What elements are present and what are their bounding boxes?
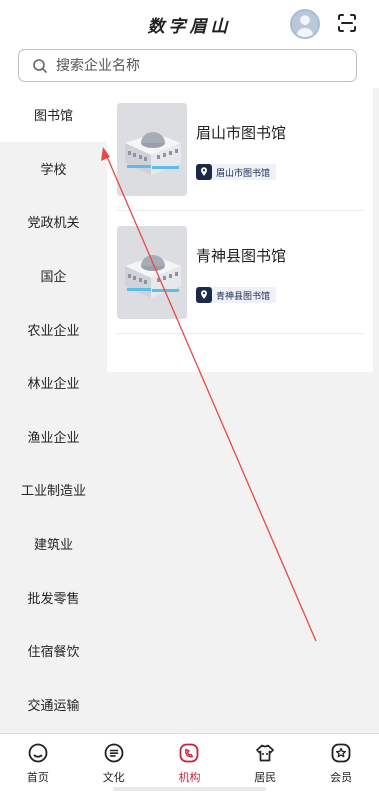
library-building-image	[117, 226, 187, 319]
sidebar-item-label: 渔业企业	[27, 430, 80, 446]
sidebar-item-label: 交通运输	[27, 698, 80, 714]
tab-label: 机构	[178, 771, 201, 784]
culture-icon	[104, 743, 124, 763]
tab-institution[interactable]: 机构	[152, 734, 228, 792]
sidebar-item-transport[interactable]: 交通运输	[0, 678, 107, 732]
location-label: 眉山市图书馆	[216, 168, 271, 179]
list-item[interactable]: 青神县图书馆 青神县图书馆	[117, 211, 363, 334]
category-sidebar: 图书馆 学校 党政机关 国企 农业企业 林业企业 渔业企业 工业制造业 建筑业 …	[0, 88, 107, 733]
sidebar-item-label: 国企	[40, 270, 67, 286]
location-label: 青神县图书馆	[216, 291, 271, 302]
search-icon	[33, 59, 47, 73]
main-area: 图书馆 学校 党政机关 国企 农业企业 林业企业 渔业企业 工业制造业 建筑业 …	[0, 88, 379, 733]
tab-culture[interactable]: 文化	[76, 734, 152, 792]
scan-icon[interactable]	[338, 14, 356, 32]
search-input[interactable]	[56, 53, 346, 78]
institution-name: 青神县图书馆	[196, 247, 287, 265]
divider	[117, 333, 363, 334]
sidebar-item-label: 图书馆	[33, 109, 73, 125]
user-avatar-icon[interactable]	[290, 9, 320, 39]
sidebar-item-forestry[interactable]: 林业企业	[0, 356, 107, 410]
institution-icon	[180, 743, 199, 763]
sidebar-item-hospitality[interactable]: 住宿餐饮	[0, 624, 107, 678]
location-tag: 青神县图书馆	[196, 287, 277, 303]
search-box[interactable]	[18, 49, 357, 82]
sidebar-item-label: 建筑业	[33, 538, 73, 554]
app-title: 数字眉山	[147, 17, 232, 37]
sidebar-item-label: 住宿餐饮	[27, 645, 80, 661]
sidebar-item-label: 林业企业	[27, 377, 80, 393]
sidebar-item-label: 学校	[40, 162, 67, 178]
tab-member[interactable]: 会员	[303, 734, 379, 792]
header: 数字眉山	[0, 0, 379, 88]
sidebar-item-wholesale-retail[interactable]: 批发零售	[0, 570, 107, 624]
sidebar-item-label: 党政机关	[27, 216, 80, 232]
resident-icon	[256, 744, 275, 762]
list-item[interactable]: 眉山市图书馆 眉山市图书馆	[117, 88, 363, 211]
sidebar-item-construction[interactable]: 建筑业	[0, 517, 107, 571]
tab-label: 文化	[102, 771, 125, 784]
sidebar-item-label: 批发零售	[27, 591, 80, 607]
location-tag: 眉山市图书馆	[196, 164, 277, 180]
tab-resident[interactable]: 居民	[227, 734, 303, 792]
institution-list: 眉山市图书馆 眉山市图书馆 青神县图书馆 青神县图书馆	[107, 88, 373, 372]
tab-home[interactable]: 首页	[0, 734, 76, 792]
sidebar-item-library[interactable]: 图书馆	[0, 88, 107, 142]
sidebar-item-agriculture[interactable]: 农业企业	[0, 302, 107, 356]
tab-label: 会员	[330, 771, 353, 784]
library-building-image	[117, 103, 187, 196]
location-pin-icon	[196, 287, 212, 303]
institution-name: 眉山市图书馆	[196, 124, 287, 142]
sidebar-item-manufacturing[interactable]: 工业制造业	[0, 463, 107, 517]
tab-label: 居民	[254, 771, 277, 784]
sidebar-item-fishery[interactable]: 渔业企业	[0, 410, 107, 464]
home-indicator	[113, 787, 266, 791]
tab-label: 首页	[26, 771, 49, 784]
member-icon	[331, 743, 351, 763]
sidebar-item-label: 工业制造业	[20, 484, 86, 500]
sidebar-item-government[interactable]: 党政机关	[0, 195, 107, 249]
location-pin-icon	[196, 164, 212, 180]
sidebar-item-school[interactable]: 学校	[0, 142, 107, 196]
sidebar-item-label: 农业企业	[27, 323, 80, 339]
sidebar-item-state-enterprise[interactable]: 国企	[0, 249, 107, 303]
home-icon	[28, 743, 48, 763]
bottom-tab-bar: 首页 文化 机构 居民 会员	[0, 733, 379, 792]
